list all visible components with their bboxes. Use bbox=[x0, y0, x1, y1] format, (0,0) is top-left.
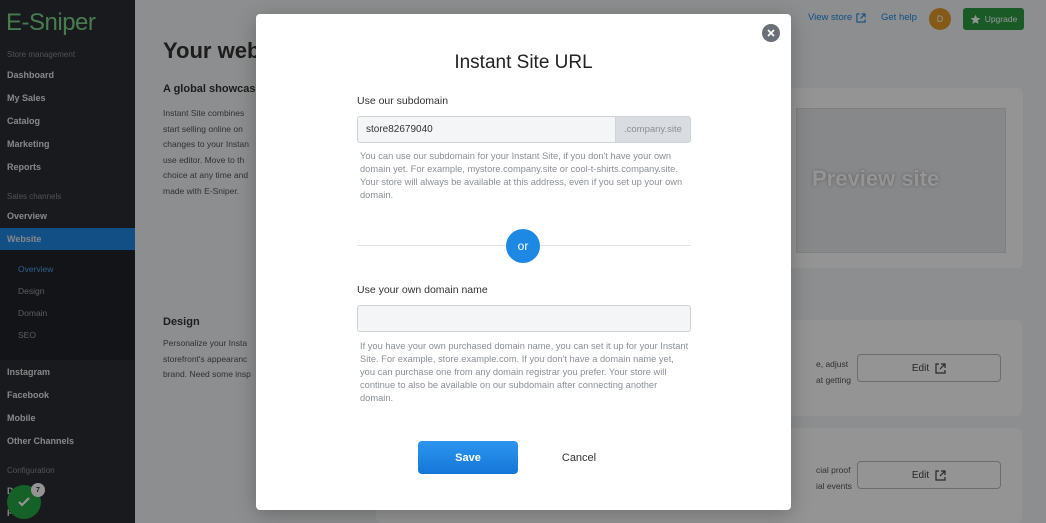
own-domain-help-text: If you have your own purchased domain na… bbox=[360, 341, 689, 403]
close-button[interactable] bbox=[762, 24, 780, 42]
subdomain-label: Use our subdomain bbox=[357, 95, 449, 107]
subdomain-suffix: .company.site bbox=[615, 117, 690, 142]
cancel-button[interactable]: Cancel bbox=[546, 441, 612, 474]
subdomain-help-text: You can use our subdomain for your Insta… bbox=[360, 151, 683, 200]
close-icon bbox=[767, 29, 775, 37]
instant-site-url-dialog: Instant Site URL Use our subdomain store… bbox=[256, 14, 791, 510]
or-separator: or bbox=[506, 229, 540, 263]
save-button[interactable]: Save bbox=[418, 441, 518, 474]
dialog-title: Instant Site URL bbox=[454, 52, 593, 73]
subdomain-input[interactable]: store82679040 bbox=[358, 117, 615, 142]
subdomain-field[interactable]: store82679040 .company.site bbox=[357, 116, 691, 143]
own-domain-label: Use your own domain name bbox=[357, 284, 488, 296]
own-domain-input[interactable] bbox=[357, 305, 691, 332]
